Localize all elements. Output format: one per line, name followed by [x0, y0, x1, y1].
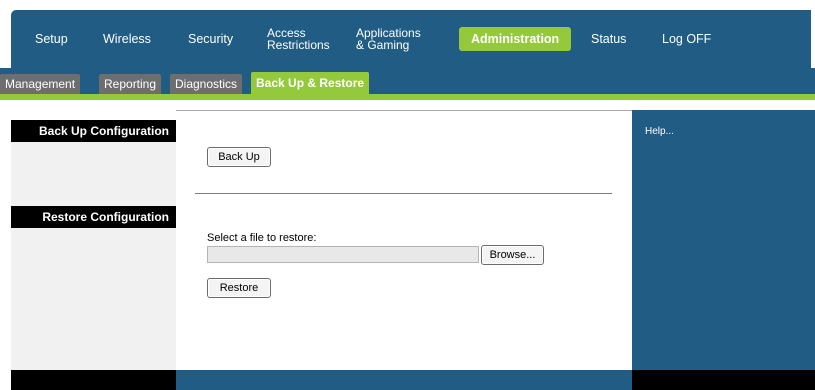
left-footer [11, 370, 176, 390]
backup-config-panel [11, 142, 176, 206]
help-link[interactable]: Help... [645, 126, 674, 137]
browse-button[interactable]: Browse... [481, 245, 544, 265]
nav-access-restrictions-label: Access Restrictions [267, 26, 330, 52]
nav-log-off[interactable]: Log OFF [662, 10, 711, 68]
tab-back-up-restore[interactable]: Back Up & Restore [251, 72, 370, 94]
help-top-band [632, 100, 815, 110]
restore-config-panel [11, 228, 176, 370]
main-content: Back Up Select a file to restore: Browse… [176, 110, 632, 371]
help-panel: Help... [632, 110, 815, 370]
nav-setup[interactable]: Setup [35, 10, 68, 68]
left-column: Back Up Configuration Restore Configurat… [11, 100, 176, 390]
back-up-button[interactable]: Back Up [207, 147, 271, 167]
backup-config-heading: Back Up Configuration [11, 120, 176, 142]
restore-button[interactable]: Restore [207, 278, 271, 298]
nav-security[interactable]: Security [188, 10, 233, 68]
restore-config-heading: Restore Configuration [11, 206, 176, 228]
nav-applications-gaming-label: Applications & Gaming [356, 26, 421, 52]
select-file-label: Select a file to restore: [207, 232, 317, 244]
nav-applications-gaming[interactable]: Applications & Gaming [356, 10, 421, 68]
nav-administration[interactable]: Administration [459, 27, 572, 51]
nav-status[interactable]: Status [591, 10, 626, 68]
tab-management[interactable]: Management [0, 74, 81, 94]
top-navigation-bar: Setup Wireless Security Access Restricti… [11, 10, 811, 68]
sub-navigation: Management Reporting Diagnostics Back Up… [0, 68, 815, 94]
file-path-input[interactable] [207, 246, 479, 263]
nav-access-restrictions[interactable]: Access Restrictions [267, 10, 330, 68]
section-divider [195, 193, 612, 194]
tab-reporting[interactable]: Reporting [99, 74, 162, 94]
nav-wireless[interactable]: Wireless [103, 10, 151, 68]
help-footer [632, 370, 815, 390]
tab-diagnostics[interactable]: Diagnostics [170, 74, 243, 94]
main-footer [176, 370, 632, 390]
